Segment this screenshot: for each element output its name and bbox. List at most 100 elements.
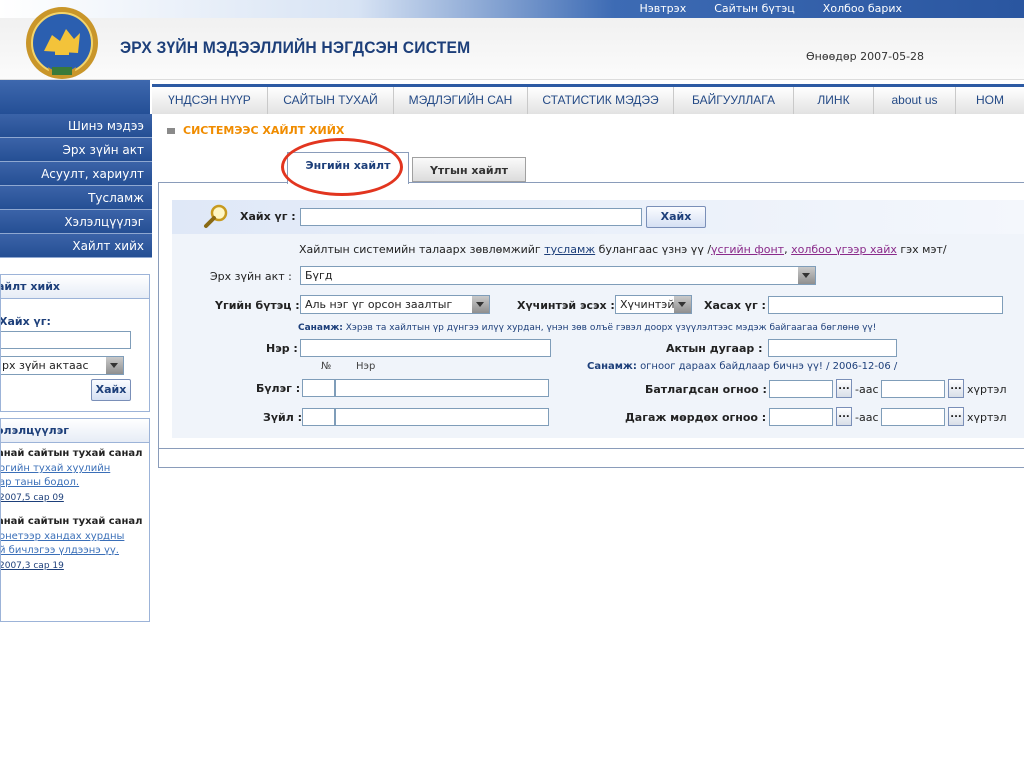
calendar-picker-button[interactable]: ... <box>836 407 852 426</box>
note-label: Санамж: <box>298 323 343 333</box>
col-number-header: № <box>321 361 332 372</box>
section-title-text: СИСТЕМЭЭС ХАЙЛТ ХИЙХ <box>183 124 345 137</box>
site-title: ЭРХ ЗҮЙН МЭДЭЭЛЛИЙН НЭГДСЭН СИСТЕМ <box>120 38 471 57</box>
approved-date-label: Батлагдсан огноо : <box>645 383 767 396</box>
discussion-item-title: анай сайтын тухай санал <box>0 448 143 459</box>
exclude-input[interactable] <box>768 296 1003 314</box>
act-number-input[interactable] <box>768 339 897 357</box>
nav-about-site[interactable]: САЙТЫН ТУХАЙ <box>268 87 394 114</box>
nav-home[interactable]: ҮНДСЭН НҮҮР <box>152 87 268 114</box>
effective-from-input[interactable] <box>769 408 833 426</box>
approved-to-input[interactable] <box>881 380 945 398</box>
discussion-item-link[interactable]: ар таны бодол. <box>1 477 79 488</box>
effective-to-input[interactable] <box>881 408 945 426</box>
sidebar-search-title: айлт хийх <box>1 275 149 299</box>
structure-select-value: Аль нэг үг орсон заалтыг <box>305 298 453 311</box>
discussion-item-link[interactable]: й бичлэгээ үлдээнэ үү. <box>1 545 119 556</box>
sidebar: Шинэ мэдээ Эрх зүйн акт Асуулт, хариулт … <box>0 114 152 258</box>
date-hint-text: огноог дараах байдлаар бичнэ үү! / 2006-… <box>640 361 898 372</box>
sidebar-scope-select[interactable]: рх зүйн актаас <box>1 356 124 375</box>
chevron-down-icon <box>798 267 815 284</box>
panel-divider <box>158 448 1024 449</box>
nav-organizations[interactable]: БАЙГУУЛЛАГА <box>674 87 794 114</box>
chapter-number-input[interactable] <box>302 379 335 397</box>
approved-from-input[interactable] <box>769 380 833 398</box>
help-link[interactable]: тусламж <box>544 243 595 256</box>
col-name-header: Нэр <box>356 361 376 372</box>
help-prefix: Хайлтын системийн талаарх зөвлөмжийг <box>299 243 541 256</box>
search-button[interactable]: Хайх <box>646 206 706 228</box>
calendar-picker-button[interactable]: ... <box>836 379 852 398</box>
structure-select[interactable]: Аль нэг үг орсон заалтыг <box>300 295 490 314</box>
top-bar: Нэвтрэх Сайтын бүтэц Холбоо барих <box>0 0 1024 18</box>
nav-statistics[interactable]: СТАТИСТИК МЭДЭЭ <box>528 87 674 114</box>
help-sep: , <box>784 243 788 256</box>
nav-about-us[interactable]: about us <box>874 87 956 114</box>
contact-link[interactable]: Холбоо барих <box>809 2 916 15</box>
date-hint-label: Санамж: <box>587 361 637 372</box>
chapter-name-input[interactable] <box>335 379 549 397</box>
name-input[interactable] <box>300 339 551 357</box>
nav-bar: ҮНДСЭН НҮҮР САЙТЫН ТУХАЙ МЭДЛЭГИЙН САН С… <box>0 80 1024 114</box>
act-number-label: Актын дугаар : <box>666 342 763 355</box>
law-select[interactable]: Бүгд <box>300 266 816 285</box>
sidebar-item-help[interactable]: Тусламж <box>0 186 152 210</box>
help-middle: булангаас үзнэ үү / <box>598 243 712 256</box>
validity-label: Хүчинтэй эсэх : <box>517 299 615 312</box>
sidebar-item-faq[interactable]: Асуулт, хариулт <box>0 162 152 186</box>
today-date: Өнөөдөр 2007-05-28 <box>806 50 925 63</box>
site-header: ЭРХ ЗҮЙН МЭДЭЭЛЛИЙН НЭГДСЭН СИСТЕМ Өнөөд… <box>0 18 1024 80</box>
nav-left-block <box>0 80 150 114</box>
sidebar-search-box: айлт хийх Хайх үг: рх зүйн актаас Хайх <box>0 274 150 412</box>
sidebar-keyword-label: Хайх үг: <box>0 315 51 328</box>
main-nav: ҮНДСЭН НҮҮР САЙТЫН ТУХАЙ МЭДЛЭГИЙН САН С… <box>152 84 1024 114</box>
search-label: Хайх үг : <box>240 210 296 223</box>
sidebar-item-discussion[interactable]: Хэлэлцүүлэг <box>0 210 152 234</box>
note-hint: Санамж: Хэрэв та хайлтын үр дүнгээ илүү … <box>298 323 876 333</box>
sitemap-link[interactable]: Сайтын бүтэц <box>700 2 809 15</box>
sidebar-item-legal-acts[interactable]: Эрх зүйн акт <box>0 138 152 162</box>
to-label: хүртэл <box>967 383 1007 396</box>
law-select-value: Бүгд <box>305 269 333 282</box>
discussion-item-title: анай сайтын тухай санал <box>0 516 143 527</box>
login-link[interactable]: Нэвтрэх <box>625 2 700 15</box>
validity-select-value: Хүчинтэй <box>620 298 675 311</box>
discussion-item-link[interactable]: онетээр хандах хурдны <box>1 531 124 542</box>
bullet-icon <box>167 128 175 134</box>
state-emblem-logo[interactable] <box>22 5 102 85</box>
sidebar-discussion-box: элэлцүүлэг анай сайтын тухай санал огийн… <box>0 418 150 622</box>
sidebar-search-button[interactable]: Хайх <box>91 379 131 401</box>
sidebar-item-search[interactable]: Хайлт хийх <box>0 234 152 258</box>
section-title: СИСТЕМЭЭС ХАЙЛТ ХИЙХ <box>167 124 344 137</box>
note-text: Хэрэв та хайлтын үр дүнгээ илүү хурдан, … <box>345 323 877 333</box>
nav-links[interactable]: ЛИНК <box>794 87 874 114</box>
article-name-input[interactable] <box>335 408 549 426</box>
search-input[interactable] <box>300 208 642 226</box>
validity-select[interactable]: Хүчинтэй <box>615 295 692 314</box>
calendar-picker-button[interactable]: ... <box>948 379 964 398</box>
article-number-input[interactable] <box>302 408 335 426</box>
help-suffix: гэх мэт/ <box>900 243 947 256</box>
nav-books[interactable]: НОМ <box>956 87 1024 114</box>
nav-knowledge-base[interactable]: МЭДЛЭГИЙН САН <box>394 87 528 114</box>
chevron-down-icon <box>472 296 489 313</box>
help-text: Хайлтын системийн талаарх зөвлөмжийг тус… <box>299 243 947 256</box>
name-label: Нэр : <box>266 342 298 355</box>
law-label: Эрх зүйн акт : <box>210 270 292 283</box>
chevron-down-icon <box>674 296 691 313</box>
keyword-search-link[interactable]: холбоо үгээр хайх <box>791 243 897 256</box>
highlight-circle <box>281 138 403 196</box>
calendar-picker-button[interactable]: ... <box>948 407 964 426</box>
sidebar-scope-value: рх зүйн актаас <box>2 359 89 372</box>
chevron-down-icon <box>106 357 123 374</box>
chapter-label: Бүлэг : <box>256 382 301 395</box>
from-label: -аас <box>855 383 879 396</box>
sidebar-item-news[interactable]: Шинэ мэдээ <box>0 114 152 138</box>
tab-advanced-search[interactable]: Үтгын хайлт <box>412 157 526 182</box>
discussion-item-link[interactable]: огийн тухай хуулийн <box>1 463 110 474</box>
font-link[interactable]: үсгийн фонт <box>711 243 784 256</box>
discussion-item-date[interactable]: 2007,3 сар 19 <box>1 561 64 571</box>
effective-date-label: Дагаж мөрдөх огноо : <box>625 411 767 424</box>
discussion-item-date[interactable]: 2007,5 сар 09 <box>1 493 64 503</box>
sidebar-keyword-input[interactable] <box>1 331 131 349</box>
